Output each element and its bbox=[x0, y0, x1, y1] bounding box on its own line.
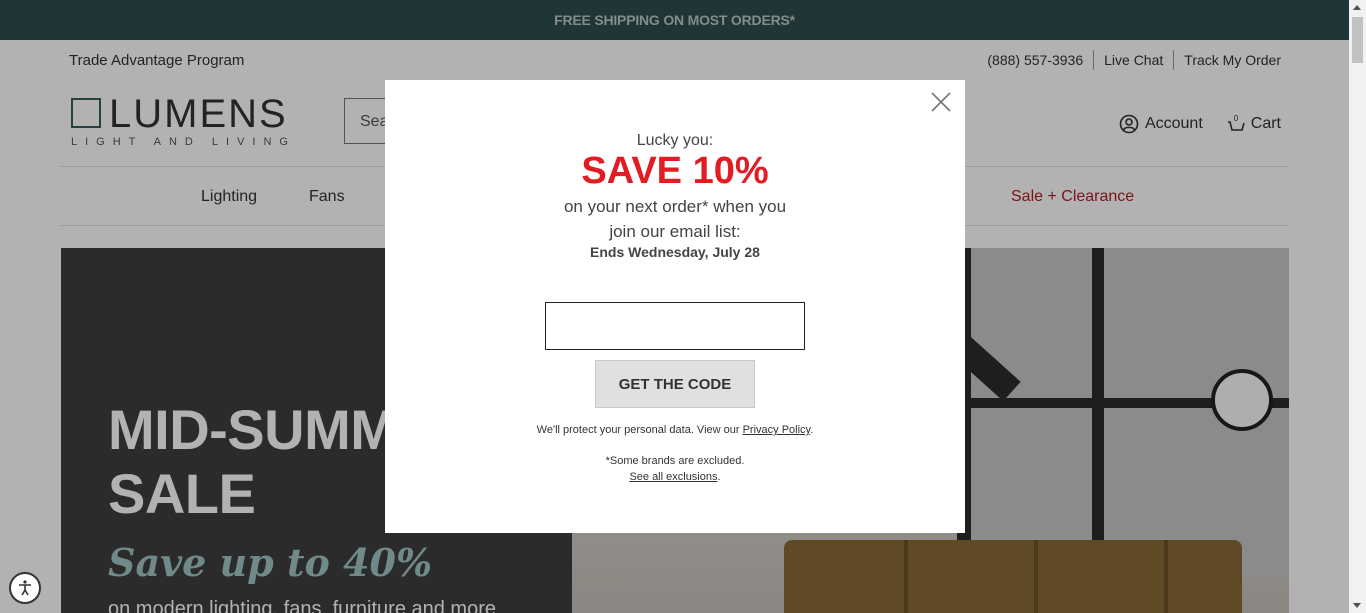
modal-intro: Lucky you: bbox=[636, 132, 714, 149]
scroll-down-arrow[interactable] bbox=[1353, 603, 1361, 608]
modal-offer-line2: join our email list: bbox=[609, 222, 741, 241]
page-scrollbar[interactable] bbox=[1349, 0, 1366, 613]
exclusion-note: *Some brands are excluded. bbox=[605, 455, 745, 467]
privacy-notice: We'll protect your personal data. View o… bbox=[385, 424, 965, 436]
modal-headline: SAVE 10% bbox=[581, 150, 769, 192]
privacy-end: . bbox=[810, 424, 814, 436]
close-icon[interactable] bbox=[929, 90, 953, 114]
see-exclusions-link[interactable]: See all exclusions bbox=[629, 471, 717, 483]
accessibility-icon bbox=[19, 580, 31, 596]
modal-offer-text: on your next order* when you join our em… bbox=[385, 194, 965, 244]
accessibility-button[interactable] bbox=[9, 572, 41, 604]
scroll-thumb[interactable] bbox=[1352, 17, 1363, 63]
email-field[interactable] bbox=[545, 302, 805, 350]
privacy-policy-link[interactable]: Privacy Policy bbox=[743, 424, 811, 436]
modal-offer-line1: on your next order* when you bbox=[563, 197, 787, 216]
exclusions: See all exclusions. bbox=[385, 471, 965, 483]
privacy-text: We'll protect your personal data. View o… bbox=[536, 424, 743, 436]
email-signup-modal: Lucky you: SAVE 10% on your next order* … bbox=[385, 80, 965, 533]
offer-end-date: Ends Wednesday, July 28 bbox=[590, 244, 760, 260]
exclusions-end: . bbox=[717, 471, 721, 483]
get-code-button[interactable]: GET THE CODE bbox=[595, 360, 755, 408]
scroll-up-arrow[interactable] bbox=[1353, 5, 1361, 10]
